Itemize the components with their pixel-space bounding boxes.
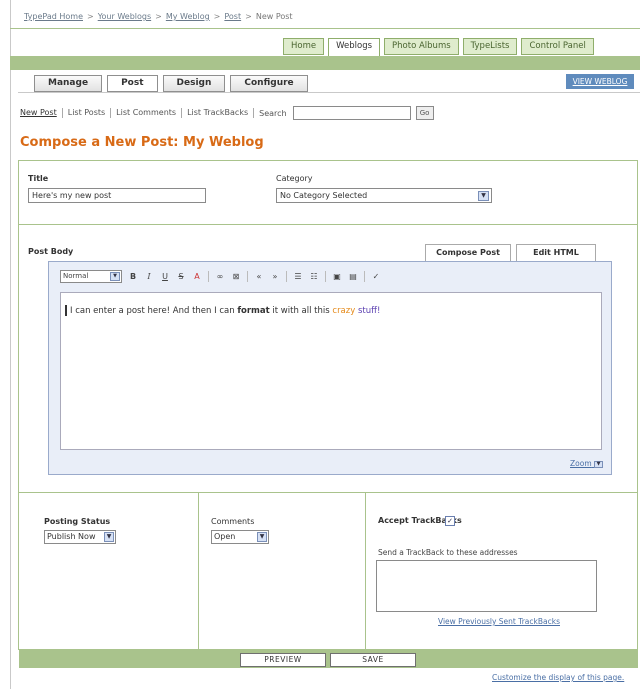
breadcrumb: TypePad Home > Your Weblogs > My Weblog > Post… [24, 12, 293, 21]
body-text-bold: format [237, 306, 270, 316]
tab-configure[interactable]: Configure [230, 75, 308, 92]
main-nav: Home Weblogs Photo Albums TypeLists Cont… [283, 38, 594, 57]
text-color-icon[interactable]: A [192, 272, 202, 281]
preview-button[interactable]: PREVIEW [240, 653, 326, 667]
trackback-addresses-field[interactable] [376, 560, 597, 612]
toolbar-divider [208, 271, 209, 282]
title-label: Title [28, 174, 49, 183]
title-divider [19, 224, 637, 225]
comments-value: Open [214, 532, 236, 541]
tab-compose-post[interactable]: Compose Post [425, 244, 511, 261]
breadcrumb-separator: > [245, 12, 252, 21]
settings-divider [19, 492, 637, 493]
settings-column-divider [198, 492, 199, 649]
tab-home[interactable]: Home [283, 38, 325, 55]
sub-navigation: New Post List Posts List Comments List T… [20, 106, 434, 120]
outdent-icon[interactable]: « [254, 272, 264, 281]
tab-photo-albums[interactable]: Photo Albums [384, 38, 459, 55]
image-icon[interactable]: ▣ [332, 272, 342, 281]
send-trackback-label: Send a TrackBack to these addresses [378, 548, 518, 557]
comments-select[interactable]: Open ▼ [211, 530, 269, 544]
post-body-label: Post Body [28, 247, 74, 256]
breadcrumb-link-post[interactable]: Post [224, 12, 241, 21]
header-divider [10, 28, 640, 29]
strikethrough-icon[interactable]: S [176, 272, 186, 281]
subnav-list-posts[interactable]: List Posts [63, 108, 112, 118]
zoom-icon: ▼ [594, 460, 604, 468]
body-text-colored-2: stuff! [357, 306, 381, 316]
breadcrumb-separator: > [87, 12, 94, 21]
link-icon[interactable]: ∞ [215, 272, 225, 281]
toolbar-divider [247, 271, 248, 282]
view-sent-trackbacks-link[interactable]: View Previously Sent TrackBacks [438, 617, 560, 626]
chevron-down-icon: ▼ [257, 532, 267, 542]
breadcrumb-separator: > [155, 12, 162, 21]
italic-icon[interactable]: I [144, 272, 154, 281]
customize-display-link[interactable]: Customize the display of this page. [492, 673, 624, 682]
zoom-label: Zoom [570, 459, 592, 468]
category-value: No Category Selected [280, 191, 368, 200]
page-title-prefix: Compose a New Post: [20, 135, 179, 150]
subnav-new-post[interactable]: New Post [20, 108, 63, 118]
bold-icon[interactable]: B [128, 272, 138, 281]
save-button[interactable]: SAVE [330, 653, 416, 667]
chevron-down-icon: ▼ [110, 272, 120, 281]
posting-status-label: Posting Status [44, 517, 111, 526]
zoom-link[interactable]: Zoom ▼ [570, 459, 604, 468]
tab-control-panel[interactable]: Control Panel [521, 38, 594, 55]
go-button[interactable]: Go [415, 106, 434, 120]
text-caret [65, 305, 67, 316]
category-select[interactable]: No Category Selected ▼ [276, 188, 492, 203]
settings-column-divider [365, 492, 366, 649]
breadcrumb-link-weblogs[interactable]: Your Weblogs [98, 12, 151, 21]
breadcrumb-separator: > [213, 12, 221, 21]
numbered-list-icon[interactable]: ☷ [309, 272, 319, 281]
file-icon[interactable]: ▤ [348, 272, 358, 281]
breadcrumb-link-home[interactable]: TypePad Home [24, 12, 83, 21]
title-field[interactable]: Here's my new post [28, 188, 206, 203]
tab-post[interactable]: Post [107, 75, 158, 92]
spellcheck-icon[interactable]: ✓ [371, 272, 381, 281]
nav-bar [10, 56, 640, 70]
accept-trackbacks-checkbox[interactable]: ✓ [445, 516, 455, 526]
page-title-weblog-name: My Weblog [183, 135, 264, 150]
posting-status-select[interactable]: Publish Now ▼ [44, 530, 116, 544]
category-label: Category [276, 174, 313, 183]
search-input[interactable] [292, 106, 411, 120]
section-divider [18, 92, 640, 93]
body-text-colored-1: crazy [332, 306, 356, 316]
post-body-editor[interactable]: I can enter a post here! And then I can … [60, 292, 602, 450]
toolbar-divider [286, 271, 287, 282]
view-weblog-button[interactable]: VIEW WEBLOG [566, 74, 634, 89]
format-select[interactable]: Normal ▼ [60, 270, 122, 283]
editor-toolbar: Normal ▼ B I U S A ∞ ⊠ « » ☰ ☷ ▣ ▤ ✓ [60, 270, 381, 283]
tab-edit-html[interactable]: Edit HTML [516, 244, 596, 261]
tab-design[interactable]: Design [162, 75, 226, 92]
section-tabs: Manage Post Design Configure [34, 75, 308, 92]
search-label: Search [259, 108, 287, 118]
tab-weblogs[interactable]: Weblogs [328, 38, 381, 57]
unlink-icon[interactable]: ⊠ [231, 272, 241, 281]
body-text-1: I can enter a post here! And then I can [70, 306, 235, 316]
subnav-list-comments[interactable]: List Comments [111, 108, 183, 118]
indent-icon[interactable]: » [270, 272, 280, 281]
tab-typelists[interactable]: TypeLists [462, 38, 518, 55]
body-text-2: it with all this [272, 306, 330, 316]
chevron-down-icon: ▼ [104, 532, 114, 542]
toolbar-divider [325, 271, 326, 282]
posting-status-value: Publish Now [47, 532, 96, 541]
breadcrumb-current: New Post [255, 12, 293, 21]
underline-icon[interactable]: U [160, 272, 170, 281]
action-bar [19, 650, 638, 668]
comments-label: Comments [211, 517, 255, 526]
format-value: Normal [63, 272, 89, 280]
toolbar-divider [364, 271, 365, 282]
tab-manage[interactable]: Manage [34, 75, 103, 92]
subnav-list-trackbacks[interactable]: List TrackBacks [182, 108, 255, 118]
bullet-list-icon[interactable]: ☰ [293, 272, 303, 281]
breadcrumb-link-my-weblog[interactable]: My Weblog [166, 12, 210, 21]
page-title: Compose a New Post: My Weblog [20, 135, 264, 150]
chevron-down-icon: ▼ [478, 191, 489, 201]
